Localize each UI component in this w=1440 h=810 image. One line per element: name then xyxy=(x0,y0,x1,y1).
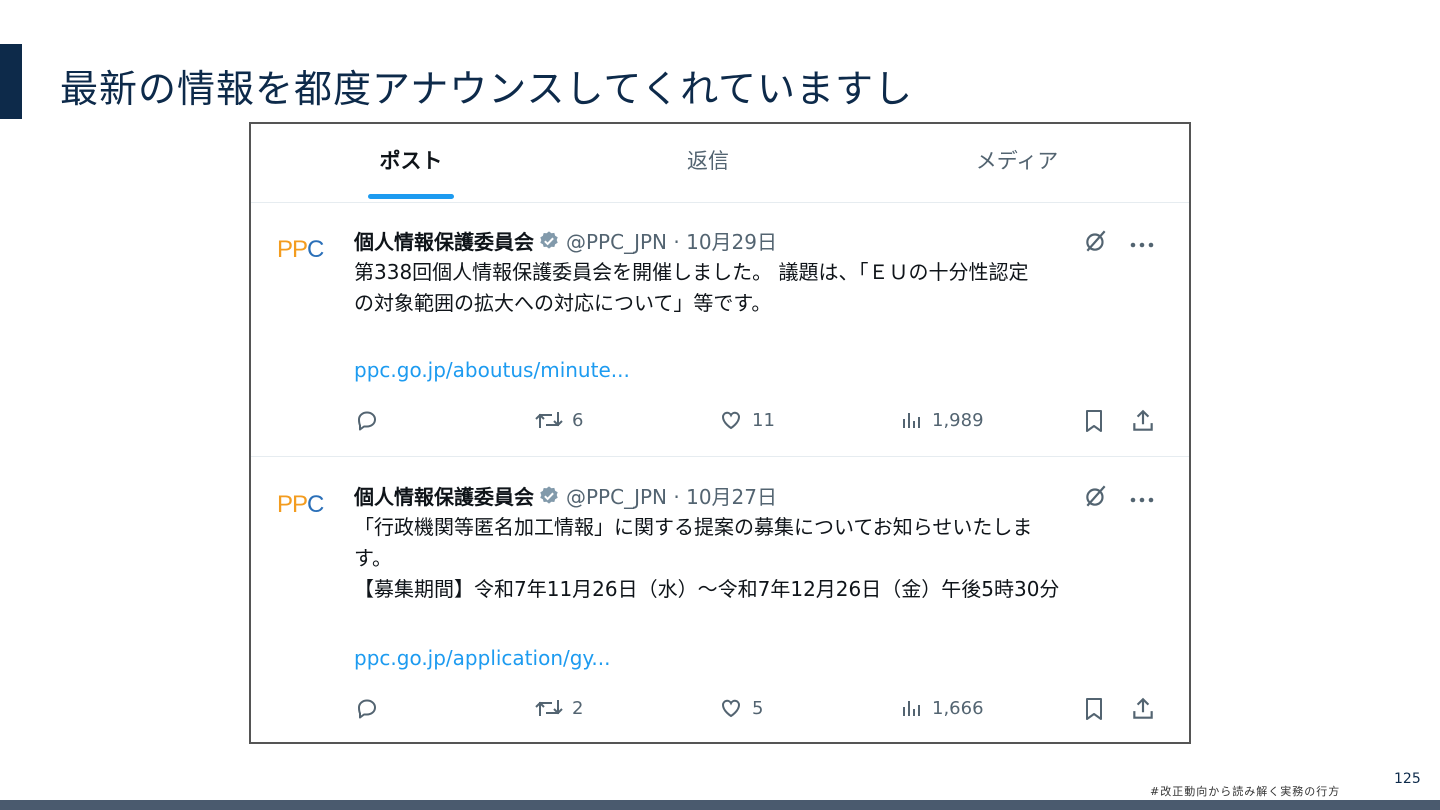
post-date[interactable]: 10月29日 xyxy=(686,230,777,254)
tweet-text-line: の対象範囲の拡大への対応について」等です。 xyxy=(354,291,772,315)
like-icon xyxy=(718,408,744,432)
author-handle[interactable]: @PPC_JPN xyxy=(566,230,667,254)
verified-badge-icon xyxy=(538,230,560,257)
tweet-actions: 2 5 1,666 xyxy=(354,696,1158,726)
tweet-text-line: す。 xyxy=(354,546,392,570)
meta-separator: · xyxy=(673,230,680,254)
bottom-accent-bar xyxy=(0,800,1440,810)
views-icon xyxy=(900,696,924,720)
views-button[interactable]: 1,666 xyxy=(900,696,984,720)
avatar-logo-text: PPC xyxy=(277,236,324,263)
grok-icon[interactable] xyxy=(1083,483,1109,513)
views-count: 1,989 xyxy=(932,409,984,431)
tweet-text-line: 「行政機関等匿名加工情報」に関する提案の募集についてお知らせいたしま xyxy=(354,515,1033,539)
reply-icon xyxy=(354,408,380,432)
author-handle[interactable]: @PPC_JPN xyxy=(566,485,667,509)
tweet[interactable]: PPC 個人情報保護委員会 @PPC_JPN · 10月27日 「行政機関等匿名加… xyxy=(251,457,1189,742)
author-name[interactable]: 個人情報保護委員会 xyxy=(354,230,534,254)
like-count: 5 xyxy=(752,697,764,719)
reply-button[interactable] xyxy=(354,408,380,432)
avatar[interactable]: PPC xyxy=(277,224,329,276)
post-date[interactable]: 10月27日 xyxy=(686,485,777,509)
more-icon[interactable] xyxy=(1129,234,1155,253)
views-icon xyxy=(900,408,924,432)
repost-count: 6 xyxy=(572,409,584,431)
active-tab-indicator xyxy=(368,194,454,199)
share-button[interactable] xyxy=(1130,696,1156,722)
profile-timeline-screenshot: ポスト 返信 メディア PPC 個人情報保護委員会 @PPC_JPN · 10月2… xyxy=(249,122,1191,744)
tab-posts[interactable]: ポスト xyxy=(341,124,481,202)
like-count: 11 xyxy=(752,409,775,431)
tweet-link[interactable]: ppc.go.jp/aboutus/minute... xyxy=(354,358,630,382)
repost-icon xyxy=(534,696,564,720)
tweet[interactable]: PPC 個人情報保護委員会 @PPC_JPN · 10月29日 第338回個人情報… xyxy=(251,202,1189,457)
tweet-text-line: 【募集期間】令和7年11月26日（水）～令和7年12月26日（金）午後5時30分 xyxy=(354,577,1060,601)
grok-icon[interactable] xyxy=(1083,228,1109,258)
like-button[interactable]: 5 xyxy=(718,696,763,720)
tweet-header: 個人情報保護委員会 @PPC_JPN · 10月27日 xyxy=(354,481,777,512)
tweet-top-icons xyxy=(1083,228,1155,258)
reply-icon xyxy=(354,696,380,720)
avatar[interactable]: PPC xyxy=(277,479,329,531)
author-name[interactable]: 個人情報保護委員会 xyxy=(354,485,534,509)
avatar-logo-text: PPC xyxy=(277,491,324,518)
repost-count: 2 xyxy=(572,697,584,719)
repost-button[interactable]: 6 xyxy=(534,408,583,432)
tweet-top-icons xyxy=(1083,483,1155,513)
bookmark-icon xyxy=(1082,696,1106,722)
tweet-header: 個人情報保護委員会 @PPC_JPN · 10月29日 xyxy=(354,226,777,257)
tweet-actions: 6 11 1,989 xyxy=(354,408,1158,438)
views-count: 1,666 xyxy=(932,697,984,719)
meta-separator: · xyxy=(673,485,680,509)
more-icon[interactable] xyxy=(1129,489,1155,508)
title-accent-bar xyxy=(0,44,22,119)
repost-button[interactable]: 2 xyxy=(534,696,583,720)
reply-button[interactable] xyxy=(354,696,380,720)
like-icon xyxy=(718,696,744,720)
share-icon xyxy=(1130,408,1156,434)
slide-title: 最新の情報を都度アナウンスしてくれていますし xyxy=(60,67,914,111)
bookmark-button[interactable] xyxy=(1082,408,1106,434)
share-icon xyxy=(1130,696,1156,722)
slide-footer: #改正動向から読み解く実務の行方 xyxy=(1150,785,1341,798)
share-button[interactable] xyxy=(1130,408,1156,434)
bookmark-icon xyxy=(1082,408,1106,434)
tweet-link[interactable]: ppc.go.jp/application/gy... xyxy=(354,646,610,670)
bookmark-button[interactable] xyxy=(1082,696,1106,722)
views-button[interactable]: 1,989 xyxy=(900,408,984,432)
page-number: 125 xyxy=(1394,771,1421,787)
tab-media[interactable]: メディア xyxy=(937,124,1097,202)
tab-replies[interactable]: 返信 xyxy=(638,124,778,202)
tweet-text: 「行政機関等匿名加工情報」に関する提案の募集についてお知らせいたしま す。 【募… xyxy=(354,512,1154,605)
repost-icon xyxy=(534,408,564,432)
verified-badge-icon xyxy=(538,485,560,512)
tweet-text: 第338回個人情報保護委員会を開催しました。 議題は、「ＥＵの十分性認定 の対象… xyxy=(354,257,1154,319)
tweet-text-line: 第338回個人情報保護委員会を開催しました。 議題は、「ＥＵの十分性認定 xyxy=(354,260,1029,284)
profile-tabs: ポスト 返信 メディア xyxy=(251,124,1189,203)
like-button[interactable]: 11 xyxy=(718,408,775,432)
